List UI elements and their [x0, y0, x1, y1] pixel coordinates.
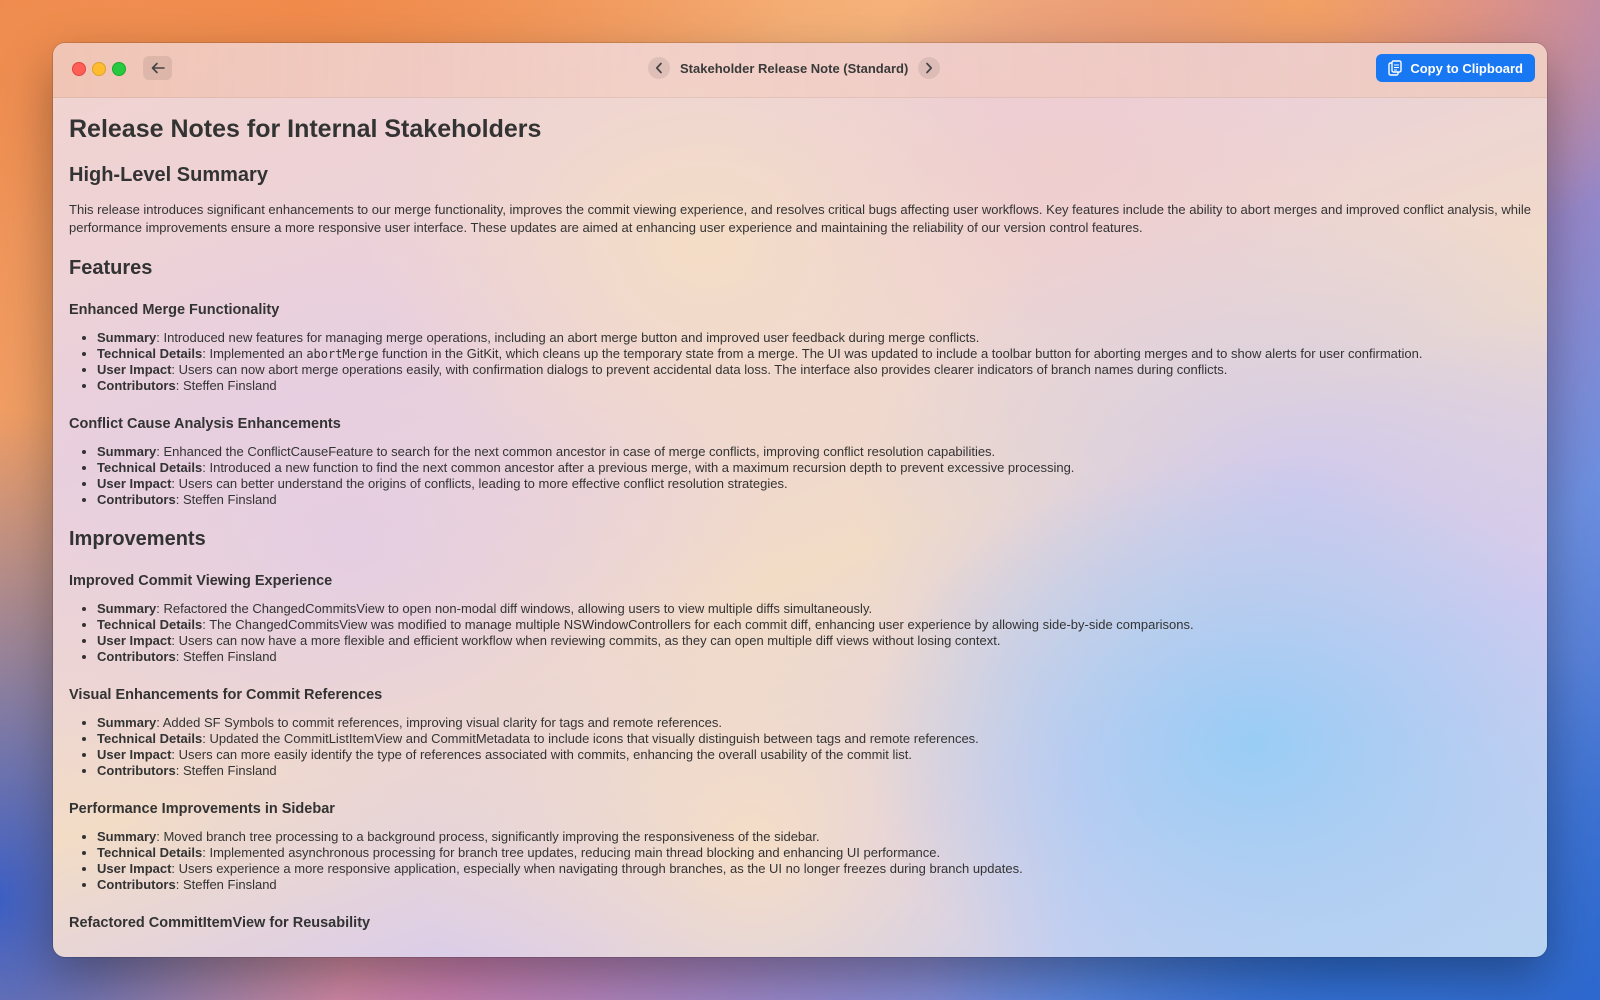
item-label: User Impact — [97, 633, 172, 648]
item-text: : Steffen Finsland — [175, 763, 277, 778]
list-item: Technical Details: Implemented asynchron… — [97, 845, 1531, 861]
item-text: : Users can now have a more flexible and… — [171, 633, 1001, 648]
item-label: Technical Details — [97, 460, 203, 475]
improvement-details-list: Summary: Moved branch tree processing to… — [69, 829, 1531, 893]
list-item: Technical Details: Updated the CommitLis… — [97, 731, 1531, 747]
list-item: Contributors: Steffen Finsland — [97, 649, 1531, 665]
item-text: : Users can now abort merge operations e… — [171, 362, 1228, 377]
minimize-window-button[interactable] — [92, 62, 106, 76]
list-item: Summary: Introduced new features for man… — [97, 330, 1531, 346]
item-label: Summary — [97, 444, 157, 459]
item-label: Contributors — [97, 763, 176, 778]
improvement-details-list: Summary: Refactored the ChangedCommitsVi… — [69, 601, 1531, 665]
template-navigator: Stakeholder Release Note (Standard) — [648, 56, 941, 80]
inline-code: abortMerge — [306, 347, 379, 361]
list-item: Summary: Enhanced the ConflictCauseFeatu… — [97, 444, 1531, 460]
copy-to-clipboard-button[interactable]: Copy to Clipboard — [1376, 54, 1535, 82]
item-text: : Refactored the ChangedCommitsView to o… — [156, 601, 873, 616]
app-window: Stakeholder Release Note (Standard) Copy… — [53, 43, 1547, 957]
next-template-button[interactable] — [918, 57, 941, 79]
chevron-right-icon — [926, 62, 933, 74]
item-label: Technical Details — [97, 845, 203, 860]
improvement-details-list: Summary: Added SF Symbols to commit refe… — [69, 715, 1531, 779]
item-text: : Users can better understand the origin… — [171, 476, 788, 491]
item-label: Technical Details — [97, 617, 203, 632]
list-item: User Impact: Users can more easily ident… — [97, 747, 1531, 763]
maximize-window-button[interactable] — [112, 62, 126, 76]
improvement-title: Refactored CommitItemView for Reusabilit… — [69, 915, 371, 931]
item-label: User Impact — [97, 476, 172, 491]
list-item: User Impact: Users experience a more res… — [97, 861, 1531, 877]
list-item: User Impact: Users can now have a more f… — [97, 633, 1531, 649]
list-item: User Impact: Users can better understand… — [97, 476, 1531, 492]
item-text: : Steffen Finsland — [175, 378, 277, 393]
item-label: Technical Details — [97, 731, 203, 746]
item-text: : The ChangedCommitsView was modified to… — [202, 617, 1194, 632]
item-label: User Impact — [97, 747, 172, 762]
clipboard-icon — [1388, 60, 1403, 76]
item-label: User Impact — [97, 362, 172, 377]
improvement-title: Visual Enhancements for Commit Reference… — [69, 687, 383, 703]
item-text: : Enhanced the ConflictCauseFeature to s… — [156, 444, 996, 459]
item-text: : Implemented an — [202, 346, 307, 361]
chevron-left-icon — [655, 62, 662, 74]
item-text: : Steffen Finsland — [175, 649, 277, 664]
item-label: Contributors — [97, 649, 176, 664]
release-note-content: Release Notes for Internal Stakeholders … — [69, 97, 1531, 957]
list-item: Summary: Moved branch tree processing to… — [97, 829, 1531, 845]
arrow-left-icon — [151, 62, 165, 74]
summary-heading: High-Level Summary — [69, 164, 268, 186]
item-label: Summary — [97, 715, 157, 730]
back-button[interactable] — [143, 56, 172, 80]
improvement-title: Performance Improvements in Sidebar — [69, 801, 335, 817]
item-text: : Steffen Finsland — [175, 492, 277, 507]
item-text: function in the GitKit, which cleans up … — [378, 346, 1423, 361]
item-text: : Users can more easily identify the typ… — [171, 747, 913, 762]
title-bar: Stakeholder Release Note (Standard) Copy… — [53, 43, 1547, 98]
feature-title: Enhanced Merge Functionality — [69, 302, 280, 318]
list-item: Contributors: Steffen Finsland — [97, 763, 1531, 779]
improvements-heading: Improvements — [69, 528, 206, 550]
feature-title: Conflict Cause Analysis Enhancements — [69, 416, 341, 432]
item-text: : Updated the CommitListItemView and Com… — [202, 731, 979, 746]
feature-details-list: Summary: Enhanced the ConflictCauseFeatu… — [69, 444, 1531, 508]
features-heading: Features — [69, 257, 153, 279]
previous-template-button[interactable] — [648, 57, 670, 79]
item-label: Contributors — [97, 378, 176, 393]
item-label: Contributors — [97, 492, 176, 507]
list-item: Technical Details: The ChangedCommitsVie… — [97, 617, 1531, 633]
improvement-title: Improved Commit Viewing Experience — [69, 573, 333, 589]
list-item: Contributors: Steffen Finsland — [97, 877, 1531, 893]
summary-paragraph: This release introduces significant enha… — [69, 202, 1532, 235]
close-window-button[interactable] — [72, 62, 86, 76]
list-item: Technical Details: Introduced a new func… — [97, 460, 1531, 476]
item-text: : Added SF Symbols to commit references,… — [156, 715, 722, 730]
document-title: Release Notes for Internal Stakeholders — [69, 115, 542, 143]
list-item: Technical Details: Implemented an abortM… — [97, 346, 1531, 362]
list-item: Contributors: Steffen Finsland — [97, 492, 1531, 508]
copy-button-label: Copy to Clipboard — [1410, 60, 1523, 76]
item-text: : Implemented asynchronous processing fo… — [202, 845, 941, 860]
list-item: Summary: Refactored the ChangedCommitsVi… — [97, 601, 1531, 617]
item-text: : Users experience a more responsive app… — [171, 861, 1023, 876]
item-text: : Steffen Finsland — [175, 877, 277, 892]
item-label: Contributors — [97, 877, 176, 892]
template-title: Stakeholder Release Note (Standard) — [680, 60, 909, 76]
list-item: Contributors: Steffen Finsland — [97, 378, 1531, 394]
feature-details-list: Summary: Introduced new features for man… — [69, 330, 1531, 394]
list-item: Summary: Added SF Symbols to commit refe… — [97, 715, 1531, 731]
item-text: : Introduced a new function to find the … — [202, 460, 1075, 475]
item-label: Summary — [97, 601, 157, 616]
item-label: Technical Details — [97, 346, 203, 361]
item-text: : Moved branch tree processing to a back… — [156, 829, 820, 844]
item-text: : Introduced new features for managing m… — [156, 330, 980, 345]
item-label: Summary — [97, 330, 157, 345]
list-item: User Impact: Users can now abort merge o… — [97, 362, 1531, 378]
item-label: User Impact — [97, 861, 172, 876]
item-label: Summary — [97, 829, 157, 844]
